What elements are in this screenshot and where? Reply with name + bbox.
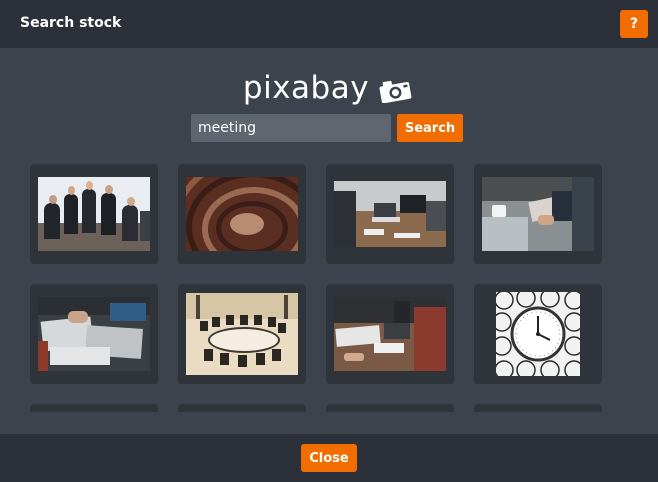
result-tile-hands-laptop[interactable] — [474, 164, 602, 264]
search-input[interactable] — [191, 114, 391, 142]
result-image — [186, 293, 298, 375]
result-tile-partial[interactable] — [326, 404, 454, 412]
dialog-title: Search stock — [20, 15, 122, 31]
logo-text: pixabay — [242, 70, 370, 106]
result-image — [38, 297, 150, 371]
dialog-header: Search stock ? — [0, 0, 658, 48]
results-grid — [30, 164, 608, 412]
result-tile-business-team[interactable] — [30, 164, 158, 264]
result-tile-partial[interactable] — [30, 404, 158, 412]
search-button[interactable]: Search — [397, 114, 463, 142]
pixabay-logo: pixabay — [0, 68, 658, 108]
result-tile-auditorium[interactable] — [178, 164, 306, 264]
result-tile-clock-pattern[interactable] — [474, 284, 602, 384]
result-tile-documents-desk[interactable] — [30, 284, 158, 384]
result-tile-meeting-desk[interactable] — [326, 284, 454, 384]
result-image — [334, 297, 446, 371]
help-button[interactable]: ? — [620, 10, 648, 38]
result-tile-partial[interactable] — [178, 404, 306, 412]
search-bar: Search — [191, 114, 463, 142]
result-image — [334, 181, 446, 247]
result-image — [38, 177, 150, 251]
search-stock-dialog: Search stock ? pixabay Search — [0, 0, 658, 482]
result-image — [496, 292, 580, 376]
close-button[interactable]: Close — [301, 444, 357, 472]
result-image — [482, 177, 594, 251]
result-tile-laptops-table[interactable] — [326, 164, 454, 264]
result-tile-conference-sketch[interactable] — [178, 284, 306, 384]
result-image — [186, 177, 298, 251]
result-tile-selected[interactable] — [474, 404, 602, 412]
camera-icon — [379, 80, 412, 103]
